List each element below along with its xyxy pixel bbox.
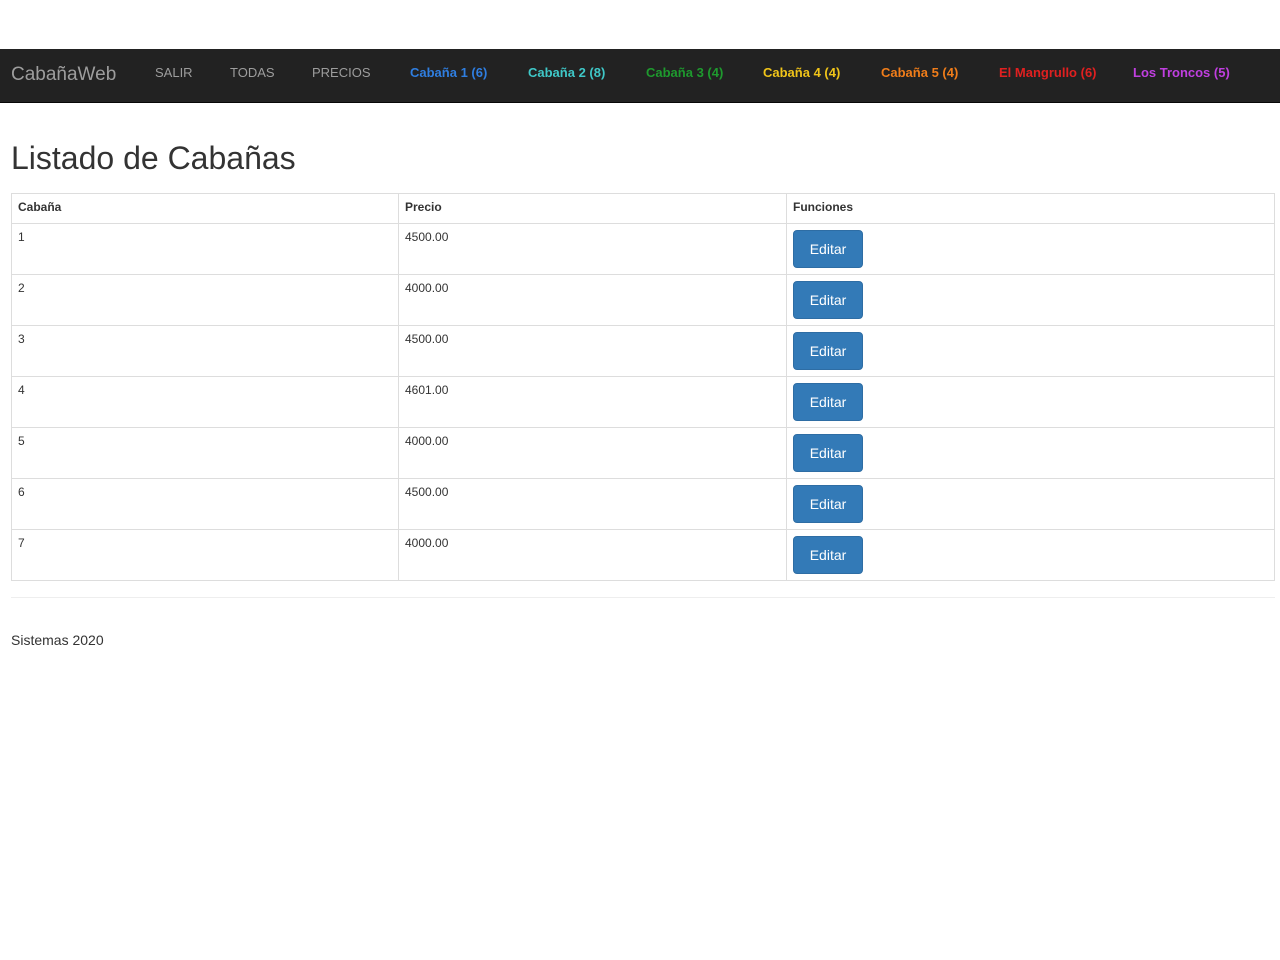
edit-button[interactable]: Editar	[793, 281, 863, 319]
cabana-cell: 6	[11, 478, 399, 530]
precio-cell: 4000.00	[398, 529, 787, 581]
nav-los-troncos[interactable]: Los Troncos (5)	[1133, 49, 1230, 103]
edit-button[interactable]: Editar	[793, 485, 863, 523]
nav-el-mangrullo[interactable]: El Mangrullo (6)	[999, 49, 1097, 103]
precio-cell: 4000.00	[398, 274, 787, 326]
footer-divider	[11, 597, 1275, 598]
funciones-cell: Editar	[786, 529, 1275, 581]
table-row: 6 4500.00 Editar	[11, 478, 1275, 530]
page-title: Listado de Cabañas	[11, 140, 296, 176]
funciones-cell: Editar	[786, 376, 1275, 428]
table-header-row: Cabaña Precio Funciones	[11, 193, 1275, 224]
edit-button[interactable]: Editar	[793, 434, 863, 472]
nav-salir[interactable]: SALIR	[155, 49, 193, 103]
funciones-cell: Editar	[786, 223, 1275, 275]
nav-todas[interactable]: TODAS	[230, 49, 275, 103]
funciones-cell: Editar	[786, 478, 1275, 530]
nav-cabana-1[interactable]: Cabaña 1 (6)	[410, 49, 487, 103]
cabana-cell: 7	[11, 529, 399, 581]
top-navbar: CabañaWeb SALIR TODAS PRECIOS Cabaña 1 (…	[0, 49, 1280, 103]
precio-cell: 4500.00	[398, 325, 787, 377]
table-row: 2 4000.00 Editar	[11, 274, 1275, 326]
edit-button[interactable]: Editar	[793, 332, 863, 370]
nav-cabana-3[interactable]: Cabaña 3 (4)	[646, 49, 723, 103]
cabana-cell: 4	[11, 376, 399, 428]
cabanas-table: Cabaña Precio Funciones 1 4500.00 Editar…	[11, 193, 1275, 581]
cabana-cell: 3	[11, 325, 399, 377]
nav-cabana-2[interactable]: Cabaña 2 (8)	[528, 49, 605, 103]
table-row: 4 4601.00 Editar	[11, 376, 1275, 428]
brand-link[interactable]: CabañaWeb	[11, 49, 116, 103]
table-row: 3 4500.00 Editar	[11, 325, 1275, 377]
precio-cell: 4000.00	[398, 427, 787, 479]
cabana-cell: 5	[11, 427, 399, 479]
precio-cell: 4500.00	[398, 478, 787, 530]
footer-text: Sistemas 2020	[11, 632, 104, 648]
funciones-cell: Editar	[786, 325, 1275, 377]
column-header-cabana: Cabaña	[11, 193, 399, 224]
table-row: 5 4000.00 Editar	[11, 427, 1275, 479]
precio-cell: 4601.00	[398, 376, 787, 428]
precio-cell: 4500.00	[398, 223, 787, 275]
edit-button[interactable]: Editar	[793, 230, 863, 268]
table-row: 1 4500.00 Editar	[11, 223, 1275, 275]
funciones-cell: Editar	[786, 274, 1275, 326]
column-header-funciones: Funciones	[786, 193, 1275, 224]
funciones-cell: Editar	[786, 427, 1275, 479]
nav-cabana-4[interactable]: Cabaña 4 (4)	[763, 49, 840, 103]
cabana-cell: 2	[11, 274, 399, 326]
nav-precios[interactable]: PRECIOS	[312, 49, 371, 103]
table-row: 7 4000.00 Editar	[11, 529, 1275, 581]
edit-button[interactable]: Editar	[793, 383, 863, 421]
column-header-precio: Precio	[398, 193, 787, 224]
nav-cabana-5[interactable]: Cabaña 5 (4)	[881, 49, 958, 103]
cabana-cell: 1	[11, 223, 399, 275]
edit-button[interactable]: Editar	[793, 536, 863, 574]
